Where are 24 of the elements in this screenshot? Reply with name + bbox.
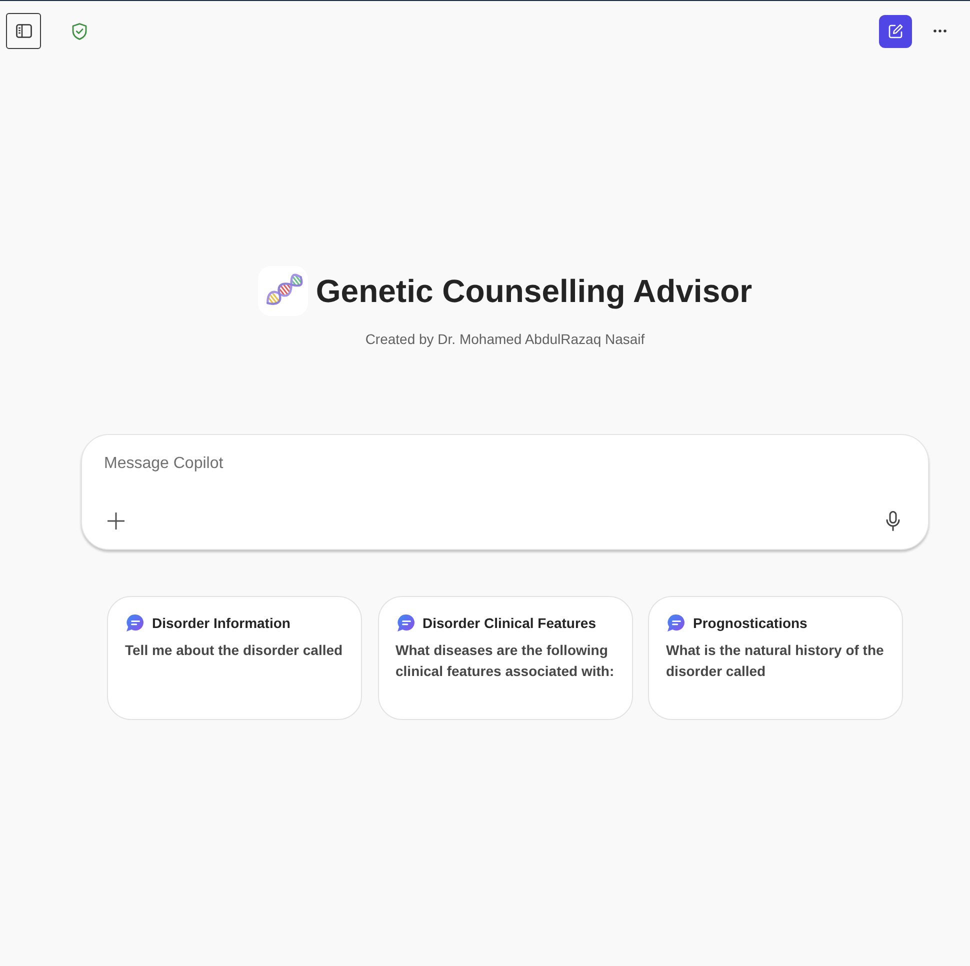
suggestion-prompt: Tell me about the disorder called xyxy=(125,641,344,660)
suggestion-card[interactable]: Prognostications What is the natural history of the disorder called xyxy=(648,596,903,720)
suggestion-title: Disorder Clinical Features xyxy=(422,614,596,633)
message-input[interactable]: Message Copilot xyxy=(104,452,906,476)
sidebar-toggle-button[interactable] xyxy=(6,13,41,49)
sidebar-icon xyxy=(16,24,32,38)
edit-icon xyxy=(888,24,903,38)
creator-credit: Created by Dr. Mohamed AbdulRazaq Nasaif xyxy=(365,331,645,347)
dna-helix-icon xyxy=(258,266,308,316)
assistant-title: Genetic Counselling Advisor xyxy=(316,272,752,311)
new-chat-button[interactable] xyxy=(879,14,912,48)
suggestion-prompt: What is the natural history of the disorder called xyxy=(666,641,885,681)
more-options-icon[interactable] xyxy=(933,29,947,33)
chat-bubble-icon xyxy=(126,614,144,632)
microphone-icon[interactable] xyxy=(886,510,900,530)
suggestion-card[interactable]: Disorder Clinical Features What diseases are the following clinical features associated with: xyxy=(378,596,632,720)
chat-bubble-icon xyxy=(396,614,414,632)
suggestion-prompt: What diseases are the following clinical features associated with: xyxy=(396,641,616,681)
suggestion-title: Disorder Information xyxy=(152,614,290,633)
plus-icon[interactable] xyxy=(107,512,125,530)
suggestion-title: Prognostications xyxy=(693,614,808,633)
chat-bubble-icon xyxy=(667,614,685,632)
shield-check-icon[interactable] xyxy=(72,22,87,40)
suggestion-card[interactable]: Disorder Information Tell me about the disorder called xyxy=(107,596,362,720)
